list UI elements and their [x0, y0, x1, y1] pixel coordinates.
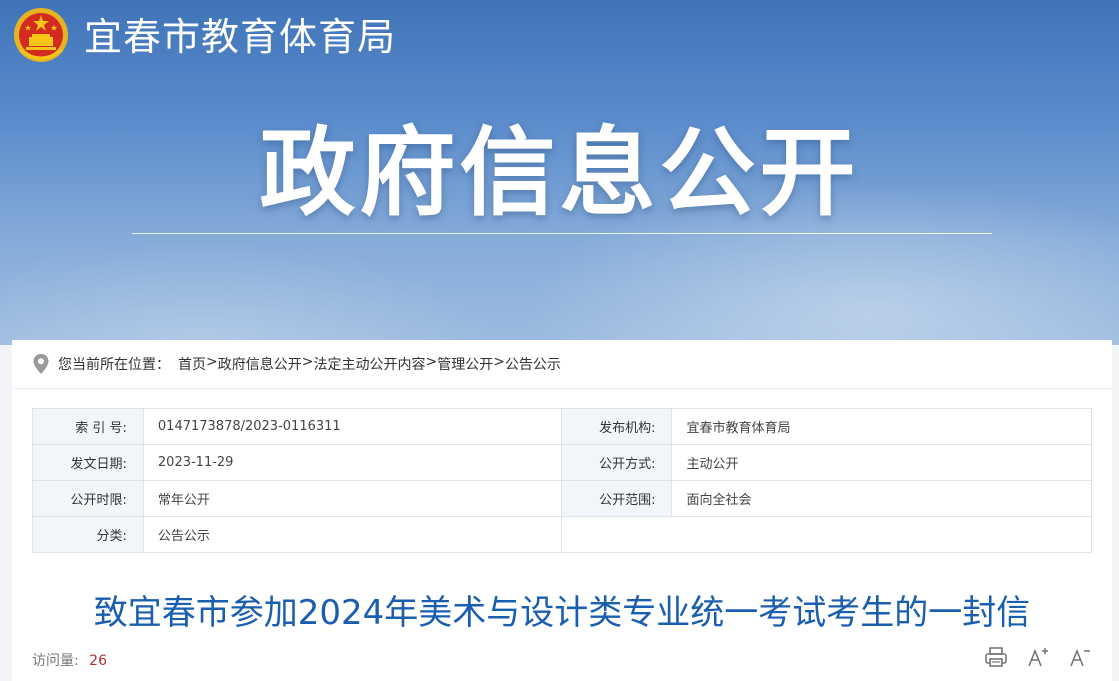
category-value: 公告公示: [142, 516, 562, 553]
table-row: 发文日期: 2023-11-29 公开方式: 主动公开: [32, 444, 1092, 481]
title-divider: [132, 233, 992, 234]
publisher-value: 宜春市教育体育局: [671, 408, 1092, 445]
article-tools: [966, 646, 1092, 668]
font-decrease-icon[interactable]: [1068, 646, 1092, 668]
content-card: 您当前所在位置： 首页 > 政府信息公开 > 法定主动公开内容 > 管理公开 >…: [12, 340, 1112, 681]
breadcrumb-statutory[interactable]: 法定主动公开内容: [313, 354, 425, 374]
scope-label: 公开范围:: [560, 480, 673, 517]
breadcrumb-separator: >: [493, 354, 505, 370]
banner-glow: [0, 240, 500, 345]
national-emblem-icon: [14, 8, 68, 62]
breadcrumb: 您当前所在位置： 首页 > 政府信息公开 > 法定主动公开内容 > 管理公开 >…: [12, 340, 1112, 389]
period-value: 常年公开: [142, 480, 562, 517]
breadcrumb-separator: >: [425, 354, 438, 370]
breadcrumb-home[interactable]: 首页: [178, 354, 206, 374]
index-label: 索 引 号:: [32, 408, 144, 445]
breadcrumb-path: 首页 > 政府信息公开 > 法定主动公开内容 > 管理公开 > 公告公示: [178, 354, 561, 374]
location-pin-icon: [33, 354, 49, 374]
category-label: 分类:: [32, 516, 144, 553]
breadcrumb-separator: >: [206, 354, 218, 370]
banner-title: 政府信息公开: [259, 117, 860, 229]
mode-value: 主动公开: [671, 444, 1092, 481]
visit-counter: 访问量: 26: [32, 650, 107, 670]
publisher-label: 发布机构:: [560, 408, 673, 445]
mode-label: 公开方式:: [560, 444, 673, 481]
empty-cell: [560, 516, 1093, 553]
metadata-table: 索 引 号: 0147173878/2023-0116311 发布机构: 宜春市…: [32, 408, 1093, 553]
period-label: 公开时限:: [32, 480, 144, 517]
date-value: 2023-11-29: [142, 444, 562, 481]
date-label: 发文日期:: [32, 444, 144, 481]
index-value: 0147173878/2023-0116311: [142, 408, 562, 445]
breadcrumb-announcement[interactable]: 公告公示: [505, 354, 561, 374]
table-row: 分类: 公告公示: [32, 516, 1093, 553]
header-banner: 宜春市教育体育局 政府信息公开: [0, 0, 1119, 345]
print-icon[interactable]: [984, 646, 1008, 668]
scope-value: 面向全社会: [671, 480, 1092, 517]
table-row: 索 引 号: 0147173878/2023-0116311 发布机构: 宜春市…: [32, 408, 1092, 445]
article-title: 致宜春市参加2024年美术与设计类专业统一考试考生的一封信: [93, 593, 1031, 633]
visits-count: 26: [89, 653, 107, 669]
breadcrumb-management[interactable]: 管理公开: [437, 354, 493, 374]
breadcrumb-separator: >: [301, 354, 314, 370]
breadcrumb-gov-info[interactable]: 政府信息公开: [218, 354, 302, 374]
table-row: 公开时限: 常年公开 公开范围: 面向全社会: [32, 480, 1092, 517]
font-increase-icon[interactable]: [1026, 646, 1050, 668]
breadcrumb-label: 您当前所在位置：: [58, 357, 170, 373]
site-name[interactable]: 宜春市教育体育局: [84, 12, 396, 62]
visits-label: 访问量:: [32, 653, 79, 669]
